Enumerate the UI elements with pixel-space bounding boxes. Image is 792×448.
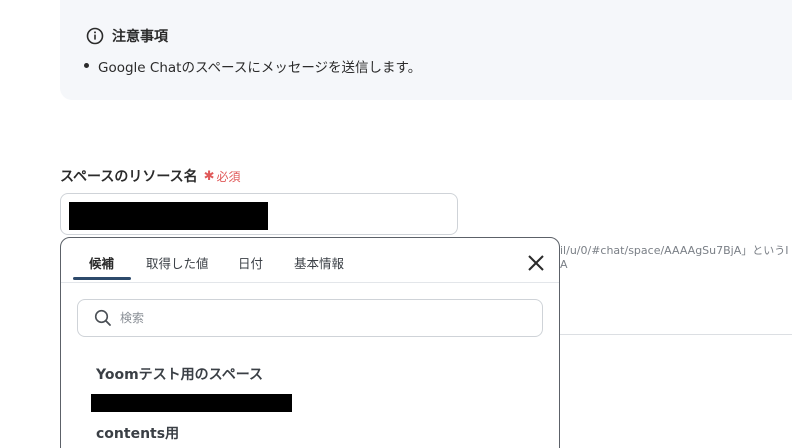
asterisk-icon: ✱ [203,168,215,184]
option-yoom-test-space[interactable]: Yoomテスト用のスペース [96,364,263,384]
notice-list: Google Chatのスペースにメッセージを送信します。 [83,56,421,76]
field-label: スペースのリソース名 ✱ 必須 [60,166,241,186]
divider [560,334,792,335]
hint-text-2: A [560,258,568,271]
search-icon [94,309,111,326]
redacted-id [91,394,292,412]
redacted-value [69,202,268,230]
notice-box: 注意事項 Google Chatのスペースにメッセージを送信します。 [60,0,792,100]
notice-heading: 注意事項 [86,26,168,46]
hint-text: il/u/0/#chat/space/AAAAgSu7BjA」というI [560,244,789,257]
tab-candidates[interactable]: 候補 [89,253,114,272]
active-tab-indicator [73,277,131,280]
required-text: 必須 [216,169,241,184]
search-field[interactable] [77,299,543,337]
tab-date[interactable]: 日付 [238,253,263,272]
notice-item: Google Chatのスペースにメッセージを送信します。 [83,56,421,76]
info-icon [86,27,104,45]
close-icon[interactable] [527,254,545,272]
option-contents[interactable]: contents用 [96,423,179,443]
required-badge: ✱ 必須 [204,168,241,185]
search-input[interactable] [118,310,502,326]
tab-retrieved-values[interactable]: 取得した値 [146,253,209,272]
suggestion-popup: 候補 取得した値 日付 基本情報 Yoomテスト用のスペース ・・・・ ・・・ … [60,237,560,448]
field-label-text: スペースのリソース名 [60,169,198,185]
notice-title: 注意事項 [112,29,168,45]
tab-basic-info[interactable]: 基本情報 [294,253,344,272]
popup-tabs: 候補 取得した値 日付 基本情報 [61,238,559,283]
space-resource-name-input[interactable] [60,193,458,235]
